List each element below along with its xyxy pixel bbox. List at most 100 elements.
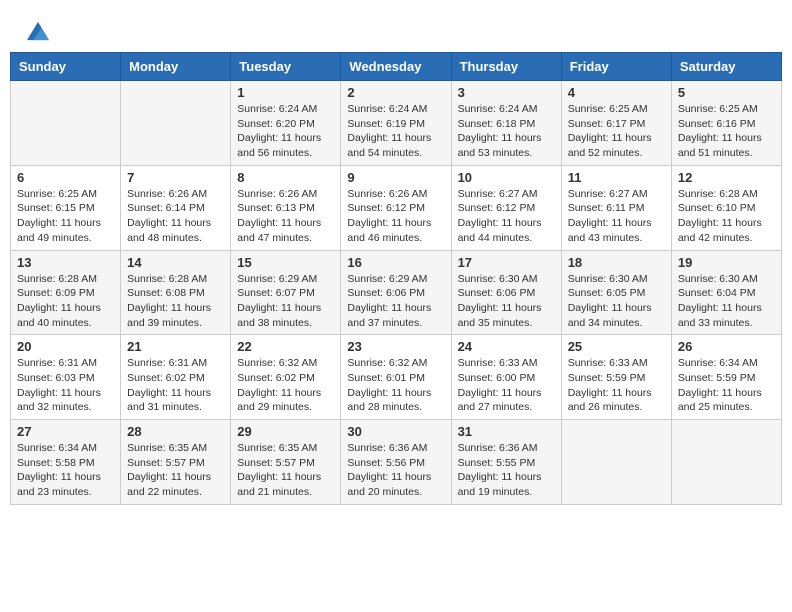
calendar-cell: 15 Sunrise: 6:29 AM Sunset: 6:07 PM Dayli… (231, 250, 341, 335)
calendar-cell: 19 Sunrise: 6:30 AM Sunset: 6:04 PM Dayli… (671, 250, 781, 335)
day-number: 20 (17, 339, 114, 354)
calendar-cell: 24 Sunrise: 6:33 AM Sunset: 6:00 PM Dayli… (451, 335, 561, 420)
day-number: 7 (127, 170, 224, 185)
calendar-cell: 20Sunrise: 6:31 AM Sunset: 6:03 PM Dayli… (11, 335, 121, 420)
logo-icon (27, 20, 49, 42)
day-number: 3 (458, 85, 555, 100)
day-info: Sunrise: 6:27 AM Sunset: 6:12 PM Dayligh… (458, 187, 555, 246)
calendar-cell: 10 Sunrise: 6:27 AM Sunset: 6:12 PM Dayli… (451, 165, 561, 250)
calendar-week-row: 1 Sunrise: 6:24 AM Sunset: 6:20 PM Daylig… (11, 81, 782, 166)
logo (25, 20, 49, 42)
day-info: Sunrise: 6:32 AM Sunset: 6:01 PM Dayligh… (347, 356, 444, 415)
calendar-cell: 27 Sunrise: 6:34 AM Sunset: 5:58 PM Dayli… (11, 420, 121, 505)
day-info: Sunrise: 6:26 AM Sunset: 6:13 PM Dayligh… (237, 187, 334, 246)
calendar-cell: 13 Sunrise: 6:28 AM Sunset: 6:09 PM Dayli… (11, 250, 121, 335)
day-number: 24 (458, 339, 555, 354)
day-info: Sunrise: 6:30 AM Sunset: 6:06 PM Dayligh… (458, 272, 555, 331)
day-info: Sunrise: 6:31 AM Sunset: 6:02 PM Dayligh… (127, 356, 224, 415)
calendar-cell (121, 81, 231, 166)
calendar-week-row: 13 Sunrise: 6:28 AM Sunset: 6:09 PM Dayli… (11, 250, 782, 335)
day-info: Sunrise: 6:34 AM Sunset: 5:59 PM Dayligh… (678, 356, 775, 415)
calendar-cell: 1 Sunrise: 6:24 AM Sunset: 6:20 PM Daylig… (231, 81, 341, 166)
day-number: 31 (458, 424, 555, 439)
calendar-cell: 17Sunrise: 6:30 AM Sunset: 6:06 PM Dayli… (451, 250, 561, 335)
weekday-header-friday: Friday (561, 53, 671, 81)
weekday-header-tuesday: Tuesday (231, 53, 341, 81)
day-number: 16 (347, 255, 444, 270)
calendar-week-row: 6 Sunrise: 6:25 AM Sunset: 6:15 PM Daylig… (11, 165, 782, 250)
calendar-cell: 21 Sunrise: 6:31 AM Sunset: 6:02 PM Dayli… (121, 335, 231, 420)
calendar-cell: 6 Sunrise: 6:25 AM Sunset: 6:15 PM Daylig… (11, 165, 121, 250)
day-number: 1 (237, 85, 334, 100)
day-number: 12 (678, 170, 775, 185)
weekday-header-saturday: Saturday (671, 53, 781, 81)
calendar-cell: 23 Sunrise: 6:32 AM Sunset: 6:01 PM Dayli… (341, 335, 451, 420)
calendar-cell: 9 Sunrise: 6:26 AM Sunset: 6:12 PM Daylig… (341, 165, 451, 250)
calendar-cell (561, 420, 671, 505)
day-number: 4 (568, 85, 665, 100)
day-number: 28 (127, 424, 224, 439)
day-number: 15 (237, 255, 334, 270)
calendar-cell: 26 Sunrise: 6:34 AM Sunset: 5:59 PM Dayli… (671, 335, 781, 420)
weekday-header-thursday: Thursday (451, 53, 561, 81)
day-number: 21 (127, 339, 224, 354)
day-number: 2 (347, 85, 444, 100)
page-header (10, 10, 782, 47)
calendar-cell: 30Sunrise: 6:36 AM Sunset: 5:56 PM Dayli… (341, 420, 451, 505)
day-info: Sunrise: 6:30 AM Sunset: 6:04 PM Dayligh… (678, 272, 775, 331)
calendar-cell: 2 Sunrise: 6:24 AM Sunset: 6:19 PM Daylig… (341, 81, 451, 166)
calendar-cell: 4 Sunrise: 6:25 AM Sunset: 6:17 PM Daylig… (561, 81, 671, 166)
day-info: Sunrise: 6:25 AM Sunset: 6:15 PM Dayligh… (17, 187, 114, 246)
day-info: Sunrise: 6:29 AM Sunset: 6:07 PM Dayligh… (237, 272, 334, 331)
calendar-cell: 12 Sunrise: 6:28 AM Sunset: 6:10 PM Dayli… (671, 165, 781, 250)
day-info: Sunrise: 6:28 AM Sunset: 6:10 PM Dayligh… (678, 187, 775, 246)
day-info: Sunrise: 6:33 AM Sunset: 5:59 PM Dayligh… (568, 356, 665, 415)
day-number: 22 (237, 339, 334, 354)
day-info: Sunrise: 6:35 AM Sunset: 5:57 PM Dayligh… (237, 441, 334, 500)
day-info: Sunrise: 6:27 AM Sunset: 6:11 PM Dayligh… (568, 187, 665, 246)
day-number: 23 (347, 339, 444, 354)
day-info: Sunrise: 6:35 AM Sunset: 5:57 PM Dayligh… (127, 441, 224, 500)
day-number: 25 (568, 339, 665, 354)
day-number: 19 (678, 255, 775, 270)
day-info: Sunrise: 6:30 AM Sunset: 6:05 PM Dayligh… (568, 272, 665, 331)
calendar-cell: 11 Sunrise: 6:27 AM Sunset: 6:11 PM Dayli… (561, 165, 671, 250)
calendar-cell: 3 Sunrise: 6:24 AM Sunset: 6:18 PM Daylig… (451, 81, 561, 166)
day-number: 27 (17, 424, 114, 439)
day-info: Sunrise: 6:36 AM Sunset: 5:56 PM Dayligh… (347, 441, 444, 500)
calendar-cell (671, 420, 781, 505)
day-info: Sunrise: 6:28 AM Sunset: 6:09 PM Dayligh… (17, 272, 114, 331)
day-info: Sunrise: 6:28 AM Sunset: 6:08 PM Dayligh… (127, 272, 224, 331)
day-info: Sunrise: 6:24 AM Sunset: 6:20 PM Dayligh… (237, 102, 334, 161)
day-number: 14 (127, 255, 224, 270)
calendar-cell (11, 81, 121, 166)
weekday-header-wednesday: Wednesday (341, 53, 451, 81)
day-info: Sunrise: 6:36 AM Sunset: 5:55 PM Dayligh… (458, 441, 555, 500)
calendar-table: SundayMondayTuesdayWednesdayThursdayFrid… (10, 52, 782, 505)
day-info: Sunrise: 6:34 AM Sunset: 5:58 PM Dayligh… (17, 441, 114, 500)
day-info: Sunrise: 6:24 AM Sunset: 6:18 PM Dayligh… (458, 102, 555, 161)
calendar-cell: 7 Sunrise: 6:26 AM Sunset: 6:14 PM Daylig… (121, 165, 231, 250)
calendar-week-row: 20Sunrise: 6:31 AM Sunset: 6:03 PM Dayli… (11, 335, 782, 420)
day-info: Sunrise: 6:24 AM Sunset: 6:19 PM Dayligh… (347, 102, 444, 161)
calendar-cell: 8Sunrise: 6:26 AM Sunset: 6:13 PM Daylig… (231, 165, 341, 250)
calendar-cell: 14 Sunrise: 6:28 AM Sunset: 6:08 PM Dayli… (121, 250, 231, 335)
calendar-header-row: SundayMondayTuesdayWednesdayThursdayFrid… (11, 53, 782, 81)
day-number: 13 (17, 255, 114, 270)
calendar-week-row: 27 Sunrise: 6:34 AM Sunset: 5:58 PM Dayli… (11, 420, 782, 505)
day-number: 11 (568, 170, 665, 185)
day-info: Sunrise: 6:29 AM Sunset: 6:06 PM Dayligh… (347, 272, 444, 331)
day-number: 26 (678, 339, 775, 354)
day-info: Sunrise: 6:26 AM Sunset: 6:12 PM Dayligh… (347, 187, 444, 246)
day-info: Sunrise: 6:25 AM Sunset: 6:16 PM Dayligh… (678, 102, 775, 161)
calendar-cell: 18Sunrise: 6:30 AM Sunset: 6:05 PM Dayli… (561, 250, 671, 335)
day-number: 10 (458, 170, 555, 185)
calendar-cell: 28 Sunrise: 6:35 AM Sunset: 5:57 PM Dayli… (121, 420, 231, 505)
day-info: Sunrise: 6:25 AM Sunset: 6:17 PM Dayligh… (568, 102, 665, 161)
weekday-header-sunday: Sunday (11, 53, 121, 81)
day-number: 6 (17, 170, 114, 185)
day-number: 29 (237, 424, 334, 439)
day-number: 9 (347, 170, 444, 185)
day-info: Sunrise: 6:33 AM Sunset: 6:00 PM Dayligh… (458, 356, 555, 415)
day-info: Sunrise: 6:26 AM Sunset: 6:14 PM Dayligh… (127, 187, 224, 246)
